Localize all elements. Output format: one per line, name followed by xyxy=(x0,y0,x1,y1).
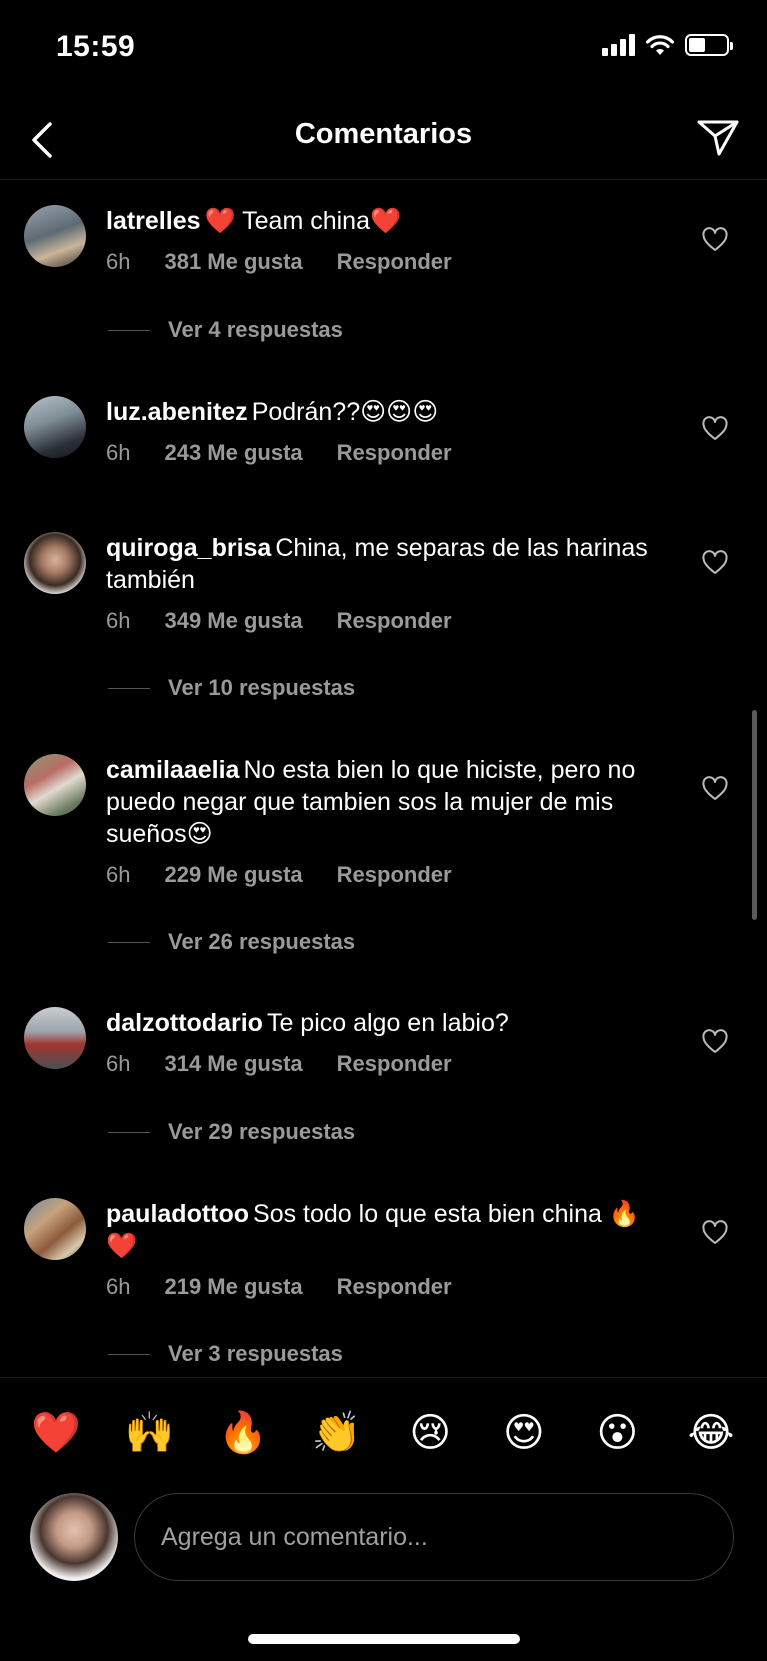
wifi-icon xyxy=(645,35,675,55)
comment-text: latrelles ❤️ Team china❤️ xyxy=(106,205,666,237)
avatar[interactable] xyxy=(24,754,86,816)
emoji-crying-button[interactable]: 😢 xyxy=(402,1410,458,1456)
reply-button[interactable]: Responder xyxy=(337,608,452,634)
view-replies[interactable]: Ver 3 respuestas xyxy=(108,1341,343,1367)
emoji-fire-button[interactable]: 🔥 xyxy=(215,1409,271,1456)
comment-body: luz.abenitez Podrán??😍😍😍 6h 243 Me gusta … xyxy=(106,396,666,466)
comment-time: 6h xyxy=(106,440,131,465)
emoji-laughing-button[interactable]: 😂 xyxy=(683,1410,739,1456)
avatar[interactable] xyxy=(24,205,86,267)
reply-button[interactable]: Responder xyxy=(337,1274,452,1300)
comment-body: quiroga_brisa China, me separas de las ha… xyxy=(106,532,666,634)
comment-likes[interactable]: 243 Me gusta xyxy=(164,440,302,466)
comment-meta: 6h 381 Me gusta Responder xyxy=(106,249,666,275)
avatar[interactable] xyxy=(24,396,86,458)
replies-divider xyxy=(108,329,150,331)
comment-time: 6h xyxy=(106,608,131,633)
comment-time: 6h xyxy=(106,862,131,887)
emoji-surprised-button[interactable]: 😮 xyxy=(589,1410,645,1456)
comment-username[interactable]: luz.abenitez xyxy=(106,398,248,426)
emoji-clapping-button[interactable]: 👏 xyxy=(309,1409,365,1456)
heart-icon[interactable] xyxy=(701,550,729,576)
comment-username[interactable]: latrelles xyxy=(106,207,201,235)
replies-divider xyxy=(108,1131,150,1133)
comment-body: dalzottodario Te pico algo en labio? 6h 3… xyxy=(106,1007,666,1077)
comment-body: camilaaelia No esta bien lo que hiciste, … xyxy=(106,754,666,888)
comment-likes[interactable]: 219 Me gusta xyxy=(164,1274,302,1300)
header: Comentarios xyxy=(0,100,767,180)
emoji-heart-button[interactable]: ❤️ xyxy=(28,1409,84,1456)
reply-button[interactable]: Responder xyxy=(337,862,452,888)
reply-button[interactable]: Responder xyxy=(337,249,452,275)
scrollbar[interactable] xyxy=(752,710,757,920)
comment-time: 6h xyxy=(106,1274,131,1299)
view-replies-label[interactable]: Ver 10 respuestas xyxy=(168,675,355,701)
comment-body: pauladottoo Sos todo lo que esta bien chi… xyxy=(106,1198,666,1300)
comment-likes[interactable]: 229 Me gusta xyxy=(164,862,302,888)
reply-button[interactable]: Responder xyxy=(337,440,452,466)
heart-icon[interactable] xyxy=(701,1220,729,1246)
avatar[interactable] xyxy=(24,1007,86,1069)
paper-plane-icon[interactable] xyxy=(695,114,741,160)
view-replies[interactable]: Ver 26 respuestas xyxy=(108,929,355,955)
replies-divider xyxy=(108,1353,150,1355)
status-icons xyxy=(602,34,733,56)
emoji-quick-bar: ❤️ 🙌 🔥 👏 😢 😍 😮 😂 xyxy=(0,1377,767,1487)
heart-icon[interactable] xyxy=(701,776,729,802)
comment-text: quiroga_brisa China, me separas de las ha… xyxy=(106,532,666,596)
view-replies-label[interactable]: Ver 26 respuestas xyxy=(168,929,355,955)
avatar[interactable] xyxy=(24,1198,86,1260)
emoji-raised-hands-button[interactable]: 🙌 xyxy=(122,1409,178,1456)
view-replies[interactable]: Ver 4 respuestas xyxy=(108,317,343,343)
comment-likes[interactable]: 349 Me gusta xyxy=(164,608,302,634)
comment-message: Podrán??😍😍😍 xyxy=(251,398,439,426)
status-time: 15:59 xyxy=(56,30,136,63)
comment-message: Te pico algo en labio? xyxy=(266,1009,509,1037)
battery-fill xyxy=(689,38,706,52)
replies-divider xyxy=(108,941,150,943)
heart-icon[interactable] xyxy=(701,416,729,442)
comment-meta: 6h 243 Me gusta Responder xyxy=(106,440,666,466)
view-replies-label[interactable]: Ver 3 respuestas xyxy=(168,1341,343,1367)
heart-icon[interactable] xyxy=(701,227,729,253)
comment-time: 6h xyxy=(106,249,131,274)
comment-meta: 6h 314 Me gusta Responder xyxy=(106,1051,666,1077)
cellular-signal-icon xyxy=(602,34,635,56)
comment-message: ❤️ Team china❤️ xyxy=(204,207,402,235)
reply-button[interactable]: Responder xyxy=(337,1051,452,1077)
view-replies[interactable]: Ver 29 respuestas xyxy=(108,1119,355,1145)
replies-divider xyxy=(108,687,150,689)
comment-meta: 6h 219 Me gusta Responder xyxy=(106,1274,666,1300)
comment-username[interactable]: camilaaelia xyxy=(106,756,239,784)
emoji-heart-eyes-button[interactable]: 😍 xyxy=(496,1410,552,1456)
comment-body: latrelles ❤️ Team china❤️ 6h 381 Me gusta… xyxy=(106,205,666,275)
view-replies-label[interactable]: Ver 4 respuestas xyxy=(168,317,343,343)
comment-meta: 6h 349 Me gusta Responder xyxy=(106,608,666,634)
comment-text: luz.abenitez Podrán??😍😍😍 xyxy=(106,396,666,428)
comment-text: dalzottodario Te pico algo en labio? xyxy=(106,1007,666,1039)
view-replies-label[interactable]: Ver 29 respuestas xyxy=(168,1119,355,1145)
view-replies[interactable]: Ver 10 respuestas xyxy=(108,675,355,701)
comment-input[interactable] xyxy=(134,1493,734,1581)
home-indicator xyxy=(248,1634,520,1644)
battery-icon xyxy=(685,34,733,56)
my-avatar[interactable] xyxy=(30,1493,118,1581)
comment-username[interactable]: dalzottodario xyxy=(106,1009,263,1037)
comment-meta: 6h 229 Me gusta Responder xyxy=(106,862,666,888)
app: 15:59 Comentarios latrelles ❤️ Team chin… xyxy=(0,0,767,1661)
comment-username[interactable]: pauladottoo xyxy=(106,1200,249,1228)
comments-list[interactable]: latrelles ❤️ Team china❤️ 6h 381 Me gusta… xyxy=(0,181,767,1377)
comment-text: pauladottoo Sos todo lo que esta bien chi… xyxy=(106,1198,666,1262)
heart-icon[interactable] xyxy=(701,1029,729,1055)
comment-text: camilaaelia No esta bien lo que hiciste, … xyxy=(106,754,666,850)
comment-likes[interactable]: 381 Me gusta xyxy=(164,249,302,275)
status-bar: 15:59 xyxy=(0,0,767,100)
page-title: Comentarios xyxy=(294,118,473,150)
comment-likes[interactable]: 314 Me gusta xyxy=(164,1051,302,1077)
comment-username[interactable]: quiroga_brisa xyxy=(106,534,271,562)
comment-time: 6h xyxy=(106,1051,131,1076)
comment-composer xyxy=(0,1487,767,1597)
avatar[interactable] xyxy=(24,532,86,594)
